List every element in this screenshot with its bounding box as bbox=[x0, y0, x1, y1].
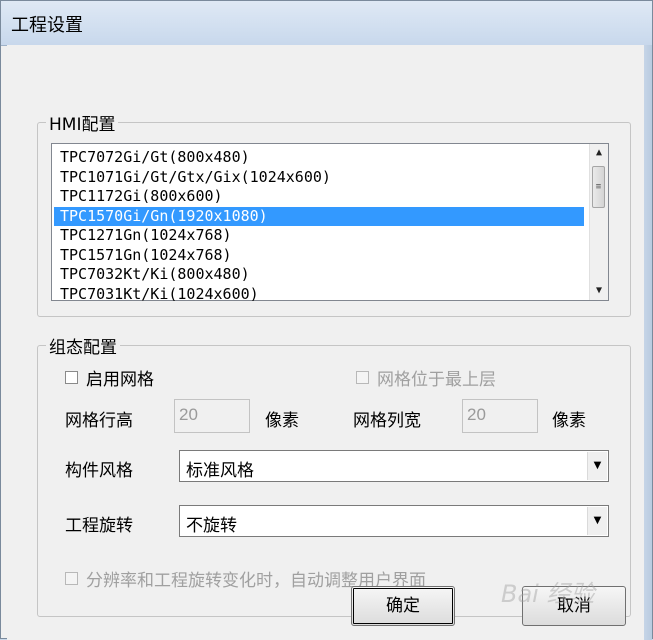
enable-grid-label: 启用网格 bbox=[86, 370, 154, 390]
hmi-model-item[interactable]: TPC1570Gi/Gn(1920x1080) bbox=[54, 206, 584, 226]
enable-grid-checkbox[interactable]: 启用网格 bbox=[65, 365, 154, 390]
col-width-input[interactable]: 20 bbox=[462, 399, 538, 433]
chevron-down-icon[interactable]: ▼ bbox=[587, 452, 607, 480]
hmi-model-item[interactable]: TPC7031Kt/Ki(1024x600) bbox=[54, 285, 584, 305]
hmi-model-item[interactable]: TPC1071Gi/Gt/Gtx/Gix(1024x600) bbox=[54, 168, 584, 188]
grid-on-top-label: 网格位于最上层 bbox=[377, 370, 496, 390]
hmi-model-item[interactable]: TPC1271Gn(1024x768) bbox=[54, 226, 584, 246]
row-height-input[interactable]: 20 bbox=[174, 399, 250, 433]
dialog-client: HMI配置 TPC7072Gi/Gt(800x480) TPC1071Gi/Gt/… bbox=[7, 45, 644, 640]
component-style-select[interactable]: 标准风格 ▼ bbox=[179, 450, 609, 482]
scroll-thumb[interactable]: ≡ bbox=[592, 166, 605, 208]
hmi-model-item[interactable]: TPC1172Gi(800x600) bbox=[54, 187, 584, 207]
project-rotation-value: 不旋转 bbox=[186, 516, 237, 536]
hmi-config-legend: HMI配置 bbox=[49, 115, 116, 135]
hmi-model-item[interactable]: TPC7072Gi/Gt(800x480) bbox=[54, 148, 584, 168]
project-rotation-label: 工程旋转 bbox=[65, 516, 133, 536]
grid-on-top-checkbox[interactable]: 网格位于最上层 bbox=[356, 365, 496, 390]
scroll-up-arrow-icon[interactable]: ▲ bbox=[590, 144, 608, 162]
chevron-down-icon[interactable]: ▼ bbox=[587, 507, 607, 535]
col-width-label: 网格列宽 bbox=[353, 411, 421, 431]
component-style-label: 构件风格 bbox=[65, 461, 133, 481]
project-rotation-select[interactable]: 不旋转 ▼ bbox=[179, 505, 609, 537]
row-height-unit: 像素 bbox=[265, 411, 299, 431]
checkbox-box[interactable] bbox=[65, 572, 78, 585]
window-title: 工程设置 bbox=[11, 15, 83, 36]
scroll-down-arrow-icon[interactable]: ▼ bbox=[590, 282, 608, 300]
config-legend: 组态配置 bbox=[49, 338, 117, 358]
window-frame-right bbox=[643, 45, 652, 640]
hmi-model-items: TPC7072Gi/Gt(800x480) TPC1071Gi/Gt/Gtx/Gi… bbox=[54, 148, 584, 304]
watermark-logo: Bai 经验 bbox=[501, 580, 595, 608]
col-width-unit: 像素 bbox=[552, 411, 586, 431]
ok-button[interactable]: 确定 bbox=[351, 586, 455, 626]
hmi-model-item[interactable]: TPC7032Kt/Ki(800x480) bbox=[54, 265, 584, 285]
listbox-scrollbar[interactable]: ▲ ≡ ▼ bbox=[589, 144, 608, 300]
project-settings-dialog: 工程设置 HMI配置 TPC7072Gi/Gt(800x480) TPC1071G… bbox=[0, 0, 653, 640]
component-style-value: 标准风格 bbox=[186, 461, 254, 481]
row-height-label: 网格行高 bbox=[65, 411, 133, 431]
checkbox-box[interactable] bbox=[356, 371, 369, 384]
hmi-model-listbox[interactable]: TPC7072Gi/Gt(800x480) TPC1071Gi/Gt/Gtx/Gi… bbox=[51, 143, 609, 304]
title-bar[interactable]: 工程设置 bbox=[1, 1, 652, 46]
hmi-model-item[interactable]: TPC1571Gn(1024x768) bbox=[54, 246, 584, 266]
checkbox-box[interactable] bbox=[65, 371, 78, 384]
